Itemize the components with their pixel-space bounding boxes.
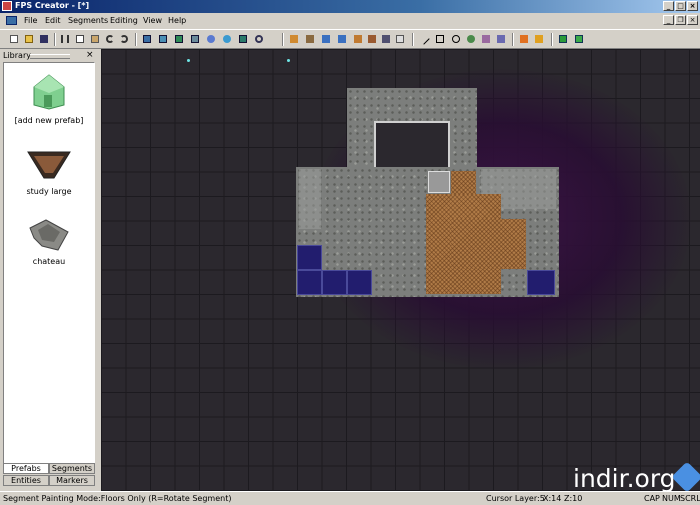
paint-icon-3[interactable] [320,33,332,45]
zoom-icon[interactable] [253,33,265,45]
prefab-item-add-new[interactable]: [add new prefab] [4,73,94,125]
view-icon-2[interactable] [157,33,169,45]
view-icon-4[interactable] [189,33,201,45]
close-button[interactable]: × [687,1,698,11]
status-z: Z:10 [564,494,583,503]
view-icon-7[interactable] [237,33,249,45]
floor-tile-blue[interactable] [527,270,555,295]
circle-icon[interactable] [450,33,462,45]
menu-editing[interactable]: Editing [110,16,138,25]
undo-icon[interactable] [104,33,116,45]
app-icon[interactable] [2,1,12,11]
save-icon[interactable] [38,33,50,45]
menu-bar: File Edit Segments Editing View Help _ ❐… [0,13,700,28]
status-cap: CAP [644,494,660,503]
paint-icon-5[interactable] [352,33,364,45]
prefab-label: [add new prefab] [14,116,84,125]
open-icon[interactable] [23,33,35,45]
paste-icon[interactable] [89,33,101,45]
window-title: FPS Creator - [*] [15,1,90,10]
status-bar: Segment Painting Mode:Floors Only (R=Rot… [0,491,700,505]
view-icon-3[interactable] [173,33,185,45]
prefab-item-chateau[interactable]: chateau [4,218,94,266]
menu-help[interactable]: Help [168,16,186,25]
flag-icon-1[interactable] [518,33,530,45]
view-icon-1[interactable] [141,33,153,45]
paint-icon-7[interactable] [380,33,392,45]
prefab-item-study-large[interactable]: study large [4,148,94,196]
menu-edit[interactable]: Edit [45,16,61,25]
floor-tile-blue[interactable] [347,270,372,295]
paint-icon-6[interactable] [366,33,378,45]
build-game-icon[interactable] [573,33,585,45]
view-icon-5[interactable] [205,33,217,45]
doc-close-button[interactable]: × [687,15,698,25]
library-panel: Library × [add new prefab] study large c… [0,49,98,504]
wood-floor-segment[interactable] [451,219,526,269]
rect-icon[interactable] [434,33,446,45]
tab-prefabs[interactable]: Prefabs [3,463,49,474]
tab-entities[interactable]: Entities [3,475,49,486]
redo-icon[interactable] [118,33,130,45]
prefab-list: [add new prefab] study large chateau [3,62,95,465]
status-cursor-layer: Cursor Layer:5 [486,494,545,503]
prefab-label: chateau [32,257,66,266]
status-num: NUM [662,494,681,503]
paint-icon-2[interactable] [304,33,316,45]
menu-file[interactable]: File [24,16,37,25]
floor-tile [299,169,321,229]
test-game-icon[interactable] [557,33,569,45]
house-icon [33,74,65,110]
copy-icon[interactable] [74,33,86,45]
line-icon[interactable] [418,33,430,45]
entity-icon-3[interactable] [495,33,507,45]
menu-view[interactable]: View [143,16,162,25]
title-bar: FPS Creator - [*] _ □ × [0,0,700,13]
library-title: Library [3,51,31,60]
waypoint-marker[interactable] [287,59,290,62]
paint-icon-1[interactable] [288,33,300,45]
floor-tile-blue[interactable] [297,270,322,295]
doc-restore-button[interactable]: ❐ [675,15,686,25]
minimize-button[interactable]: _ [663,1,674,11]
waypoint-marker[interactable] [187,59,190,62]
building-icon [29,219,69,251]
status-x: X:14 [543,494,562,503]
tab-markers[interactable]: Markers [49,475,95,486]
paint-icon-8[interactable] [394,33,406,45]
library-grip[interactable] [30,54,70,59]
door-segment[interactable] [428,171,450,193]
view-icon-6[interactable] [221,33,233,45]
status-scrl: SCRL [680,494,700,503]
flag-icon-2[interactable] [533,33,545,45]
library-close-button[interactable]: × [86,50,94,60]
wood-floor-segment[interactable] [451,171,476,195]
entity-icon-2[interactable] [480,33,492,45]
entity-icon-1[interactable] [465,33,477,45]
tab-segments[interactable]: Segments [49,463,95,474]
floor-tile-blue[interactable] [297,245,322,270]
library-header: Library × [0,49,98,62]
doc-minimize-button[interactable]: _ [663,15,674,25]
menu-segments[interactable]: Segments [68,16,108,25]
document-icon[interactable] [6,16,17,25]
toolbar [0,29,700,49]
status-mode: Segment Painting Mode:Floors Only (R=Rot… [3,494,232,503]
new-icon[interactable] [8,33,20,45]
floor-tile-blue[interactable] [322,270,347,295]
room-icon [27,151,71,179]
map-editor-canvas[interactable] [101,49,700,491]
cut-icon[interactable] [59,33,71,45]
prefab-label: study large [26,187,72,196]
paint-icon-4[interactable] [336,33,348,45]
watermark-text: indir.org [573,464,676,493]
courtyard-opening [374,121,450,169]
maximize-button[interactable]: □ [675,1,686,11]
